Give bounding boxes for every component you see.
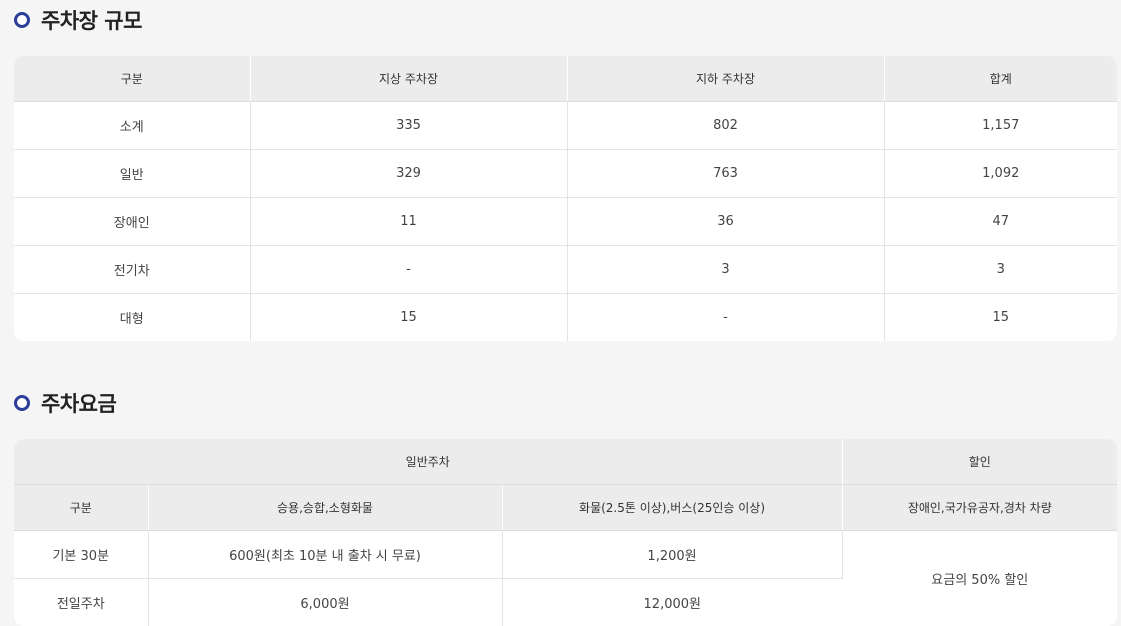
parking-fee-table: 일반주차 할인 구분 승용,승합,소형화물 화물(2.5톤 이상),버스(25인… [14,439,1117,626]
header-ground: 지상 주차장 [250,56,568,102]
table-cell: - [567,293,885,341]
table-group-header-row: 일반주차 할인 [14,439,1117,485]
table-cell: 전기차 [14,245,251,294]
header-general-parking: 일반주차 [14,439,843,485]
table-cell: 15 [250,293,568,341]
section-title-text: 주차장 규모 [41,9,142,33]
table-cell: 기본 30분 [14,530,149,579]
table-cell: 1,092 [884,149,1117,198]
table-row: 전기차 - 3 3 [14,245,1117,294]
header-category: 구분 [14,56,251,102]
table-row: 대형 15 - 15 [14,293,1117,341]
header-total: 합계 [884,56,1117,102]
table-cell: 600원(최초 10분 내 출차 시 무료) [148,530,503,579]
header-category: 구분 [14,484,149,531]
table-row: 소계 335 802 1,157 [14,101,1117,150]
table-cell: - [250,245,568,294]
table-header-row: 구분 지상 주차장 지하 주차장 합계 [14,56,1117,102]
table-cell: 1,200원 [502,530,843,579]
circle-bullet-icon [14,395,30,411]
table-cell: 3 [884,245,1117,294]
header-truck-bus: 화물(2.5톤 이상),버스(25인승 이상) [502,484,843,531]
table-cell: 329 [250,149,568,198]
table-cell: 전일주차 [14,578,149,626]
section-title-parking-scale: 주차장 규모 [14,5,142,35]
table-cell: 대형 [14,293,251,341]
circle-bullet-icon [14,12,30,28]
table-cell: 15 [992,310,1010,325]
table-cell: 장애인 [14,197,251,246]
table-cell: 1,157 [884,101,1117,150]
table-cell: 763 [567,149,885,198]
header-passenger-vehicle: 승용,승합,소형화물 [148,484,503,531]
header-discount-targets: 장애인,국가유공자,경차 차량 [842,484,1117,531]
discount-cell: 요금의 50% 할인 [931,573,1029,588]
table-row: 일반 329 763 1,092 [14,149,1117,198]
table-cell: 6,000원 [148,578,503,626]
table-cell: 소계 [14,101,251,150]
section-title-parking-fee: 주차요금 [14,388,117,418]
table-cell: 일반 [14,149,251,198]
table-row: 기본 30분 600원(최초 10분 내 출차 시 무료) 1,200원 요금의… [14,530,1117,588]
table-cell: 36 [567,197,885,246]
table-cell: 335 [250,101,568,150]
table-cell: 47 [884,197,1117,246]
table-cell: 802 [567,101,885,150]
table-header-row: 구분 승용,승합,소형화물 화물(2.5톤 이상),버스(25인승 이상) 장애… [14,484,1117,531]
parking-scale-table: 구분 지상 주차장 지하 주차장 합계 소계 335 802 1,157 일반 … [14,56,1117,341]
section-title-text: 주차요금 [41,392,117,416]
parking-fee-table-card: 일반주차 할인 구분 승용,승합,소형화물 화물(2.5톤 이상),버스(25인… [14,439,1117,626]
table-row: 장애인 11 36 47 [14,197,1117,246]
header-discount: 할인 [842,439,1117,485]
header-underground: 지하 주차장 [567,56,885,102]
table-cell: 3 [567,245,885,294]
table-cell: 12,000원 [643,597,701,612]
table-cell: 11 [250,197,568,246]
parking-scale-table-card: 구분 지상 주차장 지하 주차장 합계 소계 335 802 1,157 일반 … [14,56,1117,341]
